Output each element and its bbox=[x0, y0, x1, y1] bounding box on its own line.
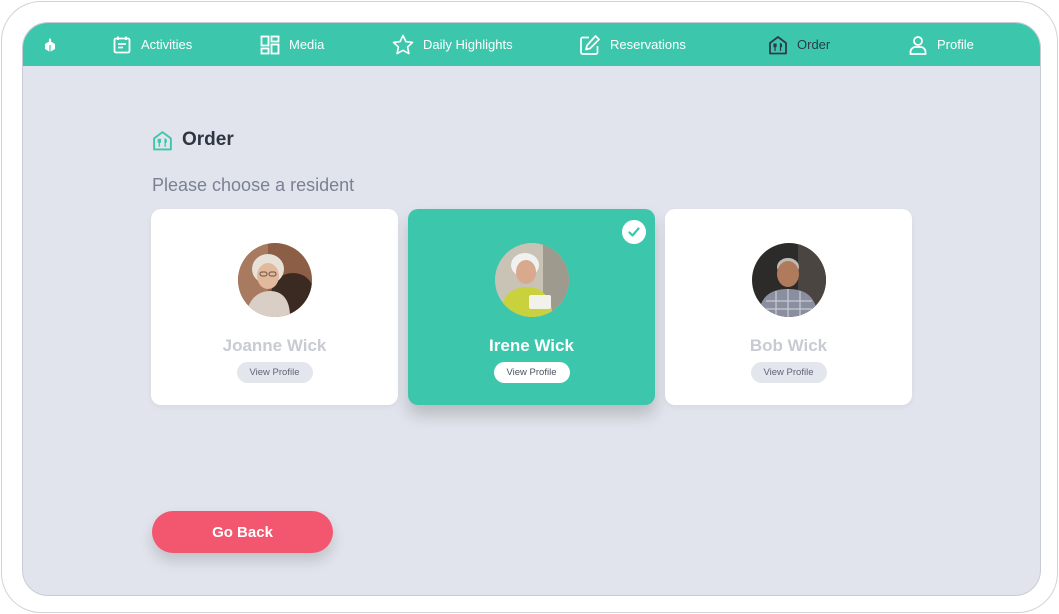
page-subtitle: Please choose a resident bbox=[152, 175, 355, 195]
nav-label-media: Media bbox=[289, 37, 325, 52]
calendar-icon bbox=[113, 36, 131, 53]
restaurant-house-icon bbox=[153, 130, 172, 150]
view-profile-button[interactable]: View Profile bbox=[493, 362, 570, 383]
home-logo-icon bbox=[45, 37, 55, 52]
avatar bbox=[494, 243, 569, 317]
resident-name: Joanne Wick bbox=[222, 336, 327, 355]
view-profile-button[interactable]: View Profile bbox=[750, 362, 827, 383]
selected-check-badge bbox=[622, 220, 646, 244]
device-frame: Activities Media Daily Highlights Reserv… bbox=[1, 1, 1058, 613]
nav-item-order[interactable]: Order bbox=[768, 23, 830, 66]
nav-item-reservations[interactable]: Reservations bbox=[579, 23, 686, 66]
top-navigation: Activities Media Daily Highlights Reserv… bbox=[23, 23, 1040, 66]
nav-label-order: Order bbox=[797, 37, 831, 52]
nav-label-profile: Profile bbox=[937, 37, 974, 52]
checkmark-icon bbox=[628, 227, 640, 237]
resident-name: Irene Wick bbox=[489, 336, 574, 355]
dashboard-icon bbox=[260, 35, 280, 54]
resident-card-bob[interactable]: Bob Wick View Profile bbox=[665, 209, 912, 405]
nav-label-daily-highlights: Daily Highlights bbox=[423, 37, 513, 52]
avatar bbox=[751, 243, 826, 317]
nav-item-activities[interactable]: Activities bbox=[112, 23, 192, 66]
person-icon bbox=[909, 35, 927, 55]
resident-card-irene[interactable]: Irene Wick View Profile bbox=[408, 209, 655, 405]
nav-home-logo[interactable] bbox=[42, 23, 58, 66]
nav-item-daily-highlights[interactable]: Daily Highlights bbox=[392, 23, 513, 66]
page-title: Order bbox=[152, 129, 234, 151]
resident-name: Bob Wick bbox=[749, 336, 828, 355]
nav-label-reservations: Reservations bbox=[610, 37, 686, 52]
nav-item-media[interactable]: Media bbox=[260, 23, 324, 66]
star-icon bbox=[392, 34, 414, 54]
go-back-button[interactable]: Go Back bbox=[152, 511, 333, 553]
page-title-text: Order bbox=[182, 129, 234, 150]
restaurant-house-icon bbox=[769, 35, 787, 54]
edit-icon bbox=[580, 34, 600, 55]
app-screen: Activities Media Daily Highlights Reserv… bbox=[22, 22, 1041, 596]
view-profile-button[interactable]: View Profile bbox=[236, 362, 313, 383]
avatar bbox=[237, 243, 312, 317]
nav-item-profile[interactable]: Profile bbox=[908, 23, 974, 66]
nav-label-activities: Activities bbox=[141, 37, 193, 52]
resident-card-joanne[interactable]: Joanne Wick View Profile bbox=[151, 209, 398, 405]
